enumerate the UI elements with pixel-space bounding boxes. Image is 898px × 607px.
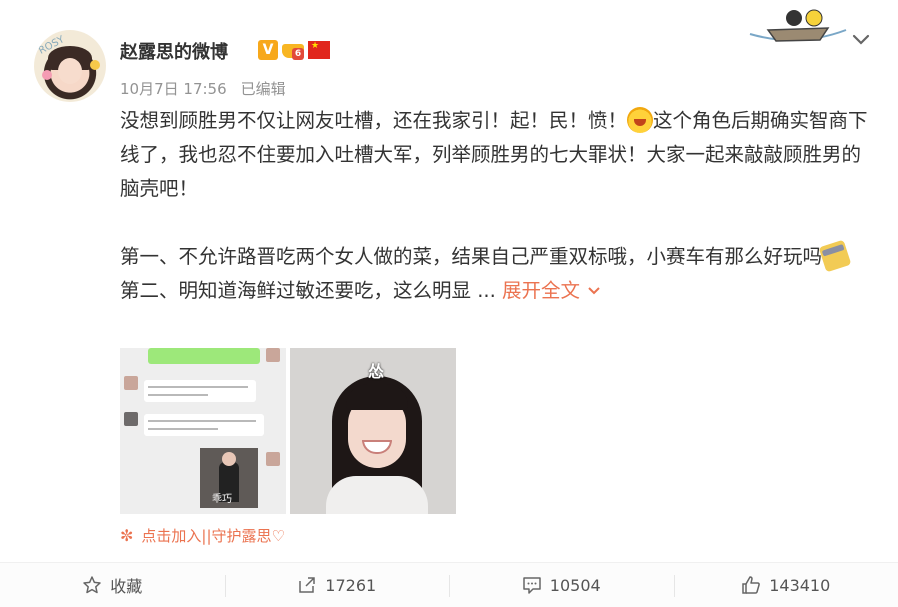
crying-emoji-icon [627, 107, 654, 133]
photo-caption: 怂 [368, 362, 385, 381]
expand-full-text-link[interactable]: 展开全文 [502, 279, 580, 302]
thumbs-up-icon [742, 576, 761, 594]
chevron-down-icon[interactable] [586, 283, 602, 299]
post-content: 没想到顾胜男不仅让网友吐槽，还在我家引！起！民！愤！ 这个角色后期确实智商下线了，… [120, 104, 868, 308]
repost-button[interactable]: 17261 [224, 563, 450, 607]
fan-group-link[interactable]: ✼ 点击加入||守护露思♡ [120, 525, 285, 546]
chat-bubble [148, 348, 260, 364]
star-icon [83, 576, 101, 594]
avatar-flower [90, 60, 100, 70]
fan-group-label: 点击加入||守护露思♡ [141, 527, 285, 545]
china-flag-icon: ★ [308, 41, 330, 59]
favorite-label: 收藏 [110, 577, 143, 596]
photo-caption: 乖巧 [212, 494, 232, 505]
chat-avatar [124, 376, 138, 390]
content-paragraph-1: 没想到顾胜男不仅让网友吐槽，还在我家引！起！民！愤！ 这个角色后期确实智商下线了，… [120, 104, 868, 206]
chat-avatar [266, 452, 280, 466]
repost-icon [299, 577, 316, 593]
repost-count: 17261 [325, 575, 377, 595]
chat-bubble [144, 380, 256, 402]
avatar-flower [42, 70, 52, 80]
content-text: 第一、不允许路晋吃两个女人做的菜，结果自己严重双标哦，小赛车有那么好玩吗 [120, 245, 823, 268]
vip-level: 6 [292, 48, 304, 60]
chat-avatar [266, 348, 280, 362]
edited-label: 已编辑 [240, 80, 286, 98]
favorite-button[interactable]: 收藏 [0, 563, 225, 607]
post-image-girl-photo[interactable]: 怂 [290, 348, 456, 514]
action-bar: 收藏 17261 10504 143410 [0, 562, 898, 607]
content-item-2: 第二、明知道海鲜过敏还要吃，这么明显 ... 展开全文 [120, 274, 868, 308]
avatar[interactable]: ROSY [34, 30, 106, 102]
sparkle-icon: ✼ [120, 526, 134, 545]
chevron-down-icon[interactable] [850, 28, 872, 50]
author-name[interactable]: 赵露思的微博 [120, 38, 228, 64]
content-text: 第二、明知道海鲜过敏还要吃，这么明显 ... [120, 279, 502, 302]
verified-badge-icon[interactable]: V [258, 40, 278, 60]
content-item-1: 第一、不允许路晋吃两个女人做的菜，结果自己严重双标哦，小赛车有那么好玩吗 [120, 239, 868, 274]
post-meta: 10月7日 17:56 已编辑 [120, 78, 286, 99]
boat-decoration-icon [749, 9, 847, 42]
gavel-emoji-icon [818, 239, 852, 273]
post-image-chat-screenshot[interactable]: 乖巧 [120, 348, 286, 514]
like-button[interactable]: 143410 [673, 563, 898, 607]
chat-photo: 乖巧 [200, 448, 258, 508]
comment-button[interactable]: 10504 [449, 563, 674, 607]
comment-count: 10504 [549, 575, 601, 595]
author-badges: V 6 ★ [258, 40, 330, 60]
chat-bubble [144, 414, 264, 436]
content-text: 没想到顾胜男不仅让网友吐槽，还在我家引！起！民！愤！ [120, 109, 628, 132]
post-timestamp[interactable]: 10月7日 17:56 [120, 78, 227, 99]
vip-crown-icon[interactable]: 6 [282, 40, 304, 60]
like-count: 143410 [769, 575, 831, 595]
chat-avatar [124, 412, 138, 426]
avatar-face [58, 58, 82, 84]
comment-icon [523, 577, 541, 594]
weibo-post-card: ROSY 赵露思的微博 V 6 ★ 10月7日 17:56 已编辑 没想到顾胜男… [0, 0, 898, 607]
